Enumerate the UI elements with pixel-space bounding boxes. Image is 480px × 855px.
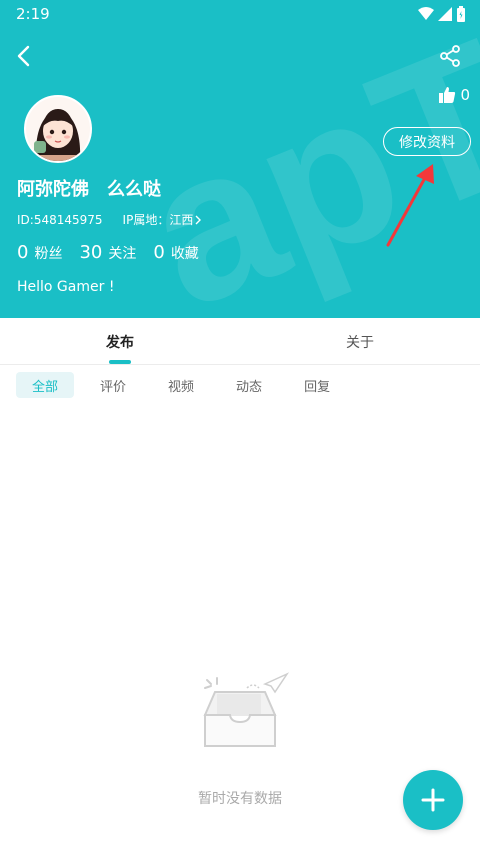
watermark-logo: apTa — [120, 0, 480, 318]
username: 阿弥陀佛 么么哒 — [17, 179, 161, 200]
stat-label: 收藏 — [170, 246, 199, 262]
profile-header: apTa 2:19 0 修改资料 阿弥陀佛 么么哒 ID:548145975 I… — [0, 0, 480, 318]
filter-videos[interactable]: 视频 — [152, 372, 210, 398]
share-icon — [440, 45, 460, 67]
filter-tabs: 全部 评价 视频 动态 回复 — [16, 372, 356, 398]
filter-replies[interactable]: 回复 — [288, 372, 346, 398]
stats-row: 0 粉丝 30 关注 0 收藏 — [17, 242, 216, 263]
content-tabs: 发布 关于 — [0, 318, 480, 365]
avatar-illustration — [26, 97, 90, 161]
filter-posts[interactable]: 动态 — [220, 372, 278, 398]
signal-icon — [438, 7, 452, 21]
tab-indicator — [109, 360, 131, 364]
filter-reviews[interactable]: 评价 — [84, 372, 142, 398]
annotation-arrow — [386, 164, 434, 247]
edit-profile-button[interactable]: 修改资料 — [383, 127, 471, 156]
share-button[interactable] — [438, 44, 462, 68]
stat-number: 30 — [79, 242, 103, 263]
stat-number: 0 — [153, 242, 165, 263]
back-button[interactable] — [10, 42, 38, 70]
thumbs-up-icon — [439, 87, 456, 103]
ip-location-text: IP属地：江西 — [122, 213, 194, 227]
stat-label: 粉丝 — [34, 246, 63, 262]
id-row: ID:548145975 IP属地：江西 — [17, 211, 203, 228]
chevron-left-icon — [17, 45, 30, 67]
stat-label: 关注 — [108, 246, 137, 262]
like-box[interactable]: 0 — [438, 86, 470, 104]
ip-location[interactable]: IP属地：江西 — [123, 211, 204, 228]
stat-number: 0 — [17, 242, 29, 263]
plus-icon — [421, 788, 445, 812]
chevron-right-icon — [195, 215, 202, 224]
user-id: ID:548145975 — [17, 212, 103, 227]
tab-about[interactable]: 关于 — [240, 318, 480, 365]
svg-text:apTa: apTa — [120, 0, 480, 318]
stat-followers[interactable]: 0 粉丝 — [17, 242, 62, 263]
stat-favorites[interactable]: 0 收藏 — [153, 242, 198, 263]
status-bar: 2:19 — [0, 0, 480, 28]
battery-icon — [457, 6, 465, 22]
status-time: 2:19 — [16, 5, 50, 23]
stat-following[interactable]: 30 关注 — [79, 242, 136, 263]
status-icons — [418, 6, 466, 22]
tab-publish[interactable]: 发布 — [0, 318, 240, 365]
wifi-icon — [418, 7, 434, 20]
avatar[interactable] — [24, 95, 92, 163]
empty-inbox-icon — [203, 672, 290, 747]
bio-text: Hello Gamer ! — [17, 279, 115, 295]
add-post-button[interactable] — [403, 770, 463, 830]
filter-all[interactable]: 全部 — [16, 372, 75, 398]
like-count: 0 — [460, 86, 470, 104]
